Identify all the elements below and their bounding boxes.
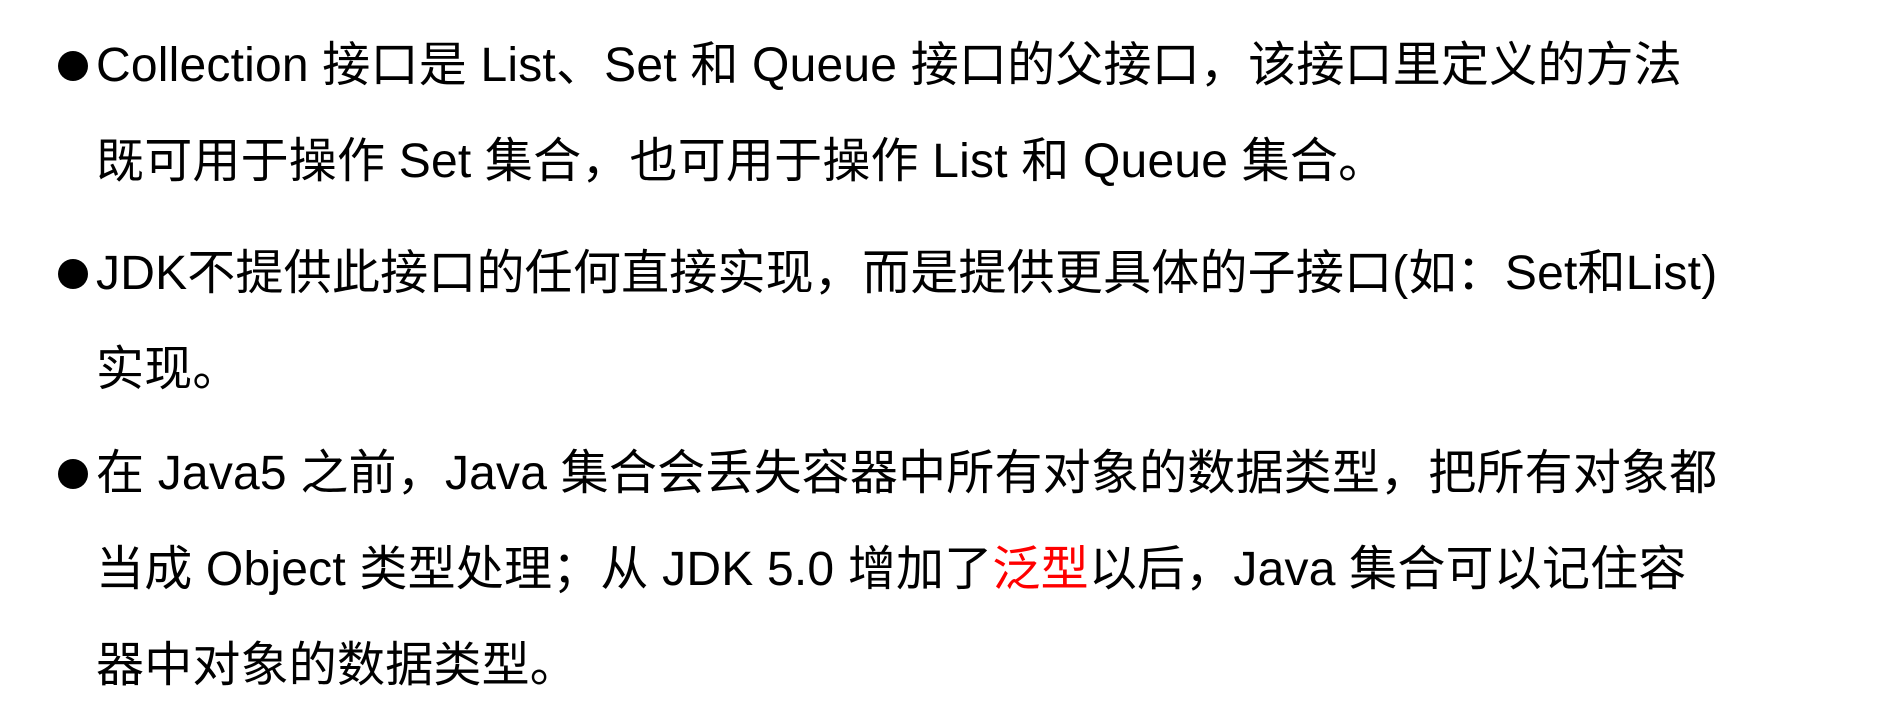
bullet-3-line-2: 当成 Object 类型处理；从 JDK 5.0 增加了泛型以后，Java 集合… xyxy=(96,522,1687,618)
bullet-dot-icon xyxy=(58,259,88,289)
bullet-3-line-1: 在 Java5 之前，Java 集合会丢失容器中所有对象的数据类型，把所有对象都 xyxy=(96,447,1718,500)
bullet-1-line-2: 既可用于操作 Set 集合，也可用于操作 List 和 Queue 集合。 xyxy=(96,135,1387,188)
bullet-3-line-2-before: 当成 Object 类型处理；从 JDK 5.0 增加了 xyxy=(96,543,993,596)
bullet-dot-icon xyxy=(58,459,88,489)
bullet-1-line-1: Collection 接口是 List、Set 和 Queue 接口的父接口，该… xyxy=(96,39,1682,92)
generics-highlight: 泛型 xyxy=(992,543,1089,596)
bullet-2-line-2: 实现。 xyxy=(96,343,241,396)
bullet-2-line-1: JDK不提供此接口的任何直接实现，而是提供更具体的子接口(如：Set和List) xyxy=(96,247,1718,300)
bullet-dot-icon xyxy=(58,51,88,81)
slide-page: Collection 接口是 List、Set 和 Queue 接口的父接口，该… xyxy=(0,0,1879,700)
bullet-3-line-2-after: 以后，Java 集合可以记住容 xyxy=(1088,543,1687,596)
